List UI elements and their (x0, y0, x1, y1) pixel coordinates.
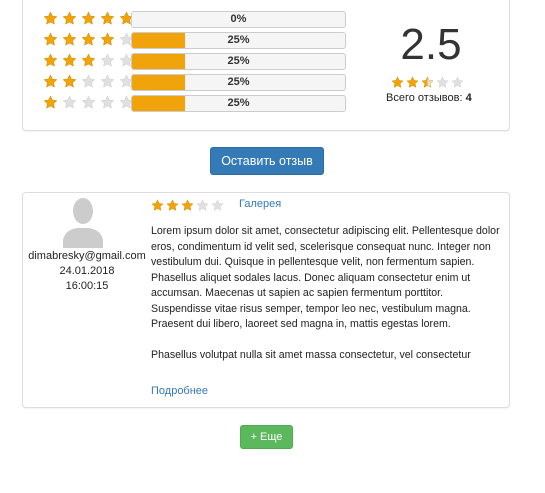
rating-progress-bar: 25% (131, 53, 346, 70)
review-text-paragraph: Lorem ipsum dolor sit amet, consectetur … (151, 225, 500, 330)
star-icon (100, 32, 115, 47)
review-time: 16:00:15 (65, 280, 109, 292)
progress-label: 25% (227, 76, 250, 88)
star-icon (151, 199, 164, 212)
star-icon (81, 53, 96, 68)
review-card: dimabresky@gmail.com 24.01.2018 16:00:15… (22, 192, 510, 408)
star-icon (436, 76, 449, 89)
total-reviews: Всего отзывов: 4 (386, 92, 472, 104)
star-icon (421, 76, 434, 89)
rating-row-stars (43, 95, 138, 113)
star-icon (62, 11, 77, 26)
review-date: 24.01.2018 (59, 265, 115, 277)
star-icon (81, 74, 96, 89)
star-icon (81, 32, 96, 47)
rating-row-3: 25% (43, 53, 349, 71)
star-icon (181, 199, 194, 212)
star-icon (100, 53, 115, 68)
star-icon (43, 53, 58, 68)
review-rating-stars (151, 199, 226, 217)
star-icon (62, 95, 77, 110)
star-icon (406, 76, 419, 89)
rating-row-5: 0% (43, 11, 349, 29)
star-icon (100, 74, 115, 89)
star-icon (81, 95, 96, 110)
star-icon (43, 32, 58, 47)
star-icon (62, 74, 77, 89)
rating-row-stars (43, 11, 138, 29)
star-icon (43, 95, 58, 110)
avatar (63, 196, 103, 248)
star-icon (62, 32, 77, 47)
star-icon (100, 95, 115, 110)
progress-label: 25% (227, 97, 250, 109)
user-silhouette-icon (63, 198, 103, 248)
average-rating-value: 2.5 (400, 20, 462, 69)
star-icon (211, 199, 224, 212)
load-more-button[interactable]: + Еще (240, 425, 293, 449)
star-icon (62, 53, 77, 68)
rating-row-stars (43, 74, 138, 92)
rating-row-1: 25% (43, 95, 349, 113)
rating-progress-bar: 25% (131, 32, 346, 49)
rating-progress-bar: 0% (131, 11, 346, 28)
review-text-paragraph: Phasellus volutpat nulla sit amet massa … (151, 349, 471, 361)
progress-label: 25% (227, 55, 250, 67)
review-author: dimabresky@gmail.com (28, 250, 146, 262)
leave-review-button[interactable]: Оставить отзыв (210, 147, 324, 175)
rating-row-4: 25% (43, 32, 349, 50)
star-icon (166, 199, 179, 212)
rating-row-2: 25% (43, 74, 349, 92)
rating-row-stars (43, 32, 138, 50)
review-text: Lorem ipsum dolor sit amet, consectetur … (151, 224, 501, 364)
rating-row-stars (43, 53, 138, 71)
rating-summary-panel: 0% 25% 25% 25% 25% 2.5 Всего отзывов: 4 (22, 0, 510, 131)
star-icon (100, 11, 115, 26)
gallery-link[interactable]: Галерея (239, 198, 281, 210)
star-icon (81, 11, 96, 26)
rating-progress-bar: 25% (131, 95, 346, 112)
star-icon (391, 76, 404, 89)
star-icon (196, 199, 209, 212)
star-icon (43, 11, 58, 26)
total-reviews-label: Всего отзывов: (386, 92, 463, 104)
total-reviews-count: 4 (465, 92, 472, 104)
progress-label: 25% (227, 34, 250, 46)
star-icon (43, 74, 58, 89)
rating-progress-bar: 25% (131, 74, 346, 91)
read-more-link[interactable]: Подробнее (151, 385, 208, 397)
progress-label: 0% (230, 13, 247, 25)
star-icon (451, 76, 464, 89)
